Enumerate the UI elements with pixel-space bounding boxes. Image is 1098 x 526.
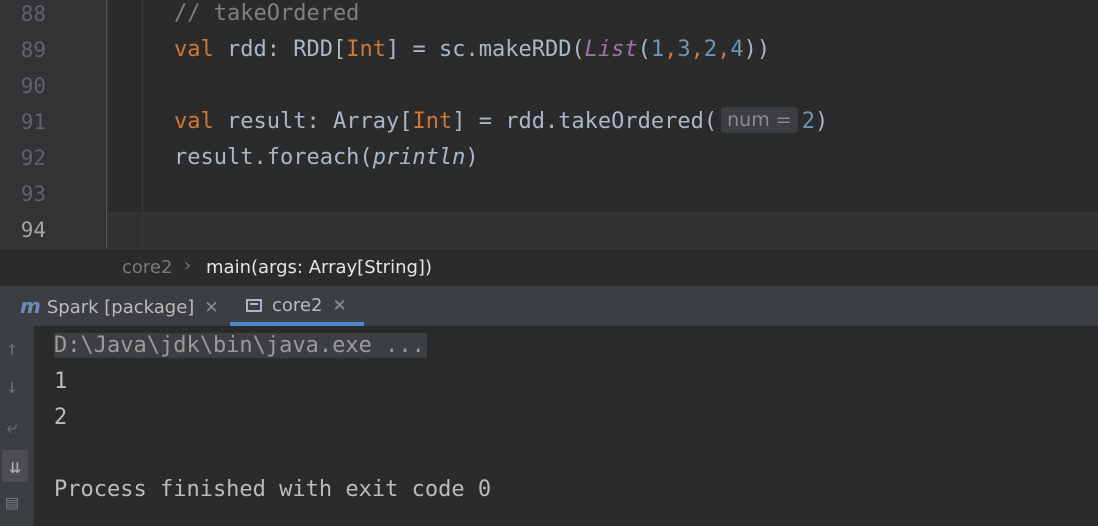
process-finished-message: Process finished with exit code 0 bbox=[54, 477, 492, 502]
tab-label: core2 bbox=[272, 295, 323, 316]
line-number: 90 bbox=[20, 74, 46, 98]
identifier: rdd bbox=[227, 37, 267, 62]
print-icon[interactable]: ▤ bbox=[0, 490, 24, 514]
number-literal: 2 bbox=[801, 109, 815, 134]
breadcrumb-item-object[interactable]: core2 bbox=[122, 257, 172, 278]
code-line[interactable]: 92 result.foreach(println) bbox=[0, 140, 1098, 176]
code-text: )) bbox=[743, 37, 771, 62]
keyword: val bbox=[174, 37, 214, 62]
tab-label: Spark [package] bbox=[46, 297, 195, 318]
code-comment: // takeOrdered bbox=[174, 1, 360, 26]
line-number: 89 bbox=[20, 38, 46, 62]
breadcrumb-item-method[interactable]: main(args: Array[String]) bbox=[206, 257, 432, 278]
function-reference: println bbox=[372, 145, 466, 170]
maven-icon: m bbox=[20, 294, 41, 318]
breadcrumb: core2 › main(args: Array[String]) bbox=[0, 248, 1098, 287]
line-number: 94 bbox=[20, 218, 46, 242]
code-line[interactable]: 89 val rdd: RDD[Int] = sc.makeRDD(List(1… bbox=[0, 32, 1098, 68]
parameter-hint: num = bbox=[721, 107, 798, 133]
keyword: val bbox=[174, 109, 214, 134]
type-param: Int bbox=[412, 109, 453, 134]
code-line[interactable]: 93 bbox=[0, 176, 1098, 212]
soft-wrap-icon[interactable]: ⤶ bbox=[0, 414, 24, 438]
console-toolbar: ↑ ↓ ⤶ ⇊ ▤ bbox=[0, 326, 34, 526]
line-number: 91 bbox=[20, 110, 46, 134]
code-line[interactable]: 90 bbox=[0, 68, 1098, 104]
type-param: Int bbox=[346, 37, 386, 62]
code-text: = sc.makeRDD( bbox=[399, 37, 585, 62]
type-name: Array bbox=[332, 109, 400, 134]
line-number: 93 bbox=[20, 182, 46, 206]
close-icon[interactable]: ✕ bbox=[332, 296, 346, 316]
code-text: ) bbox=[465, 145, 479, 170]
code-editor[interactable]: 88 // takeOrdered 89 val rdd: RDD[Int] =… bbox=[0, 0, 1098, 248]
type-name: RDD bbox=[293, 37, 333, 62]
number-literal: 1 bbox=[650, 37, 665, 62]
output-line: 2 bbox=[54, 405, 68, 430]
chevron-right-icon: › bbox=[184, 255, 192, 276]
tab-core2[interactable]: core2 ✕ bbox=[246, 286, 347, 326]
code-text: ) bbox=[814, 109, 829, 134]
code-text: = rdd.takeOrdered( bbox=[465, 109, 718, 134]
colon: : bbox=[266, 37, 294, 62]
console-icon bbox=[246, 299, 262, 312]
scroll-to-end-icon[interactable]: ⇊ bbox=[2, 450, 28, 482]
number-literal: 2 bbox=[703, 37, 718, 62]
arrow-up-icon[interactable]: ↑ bbox=[0, 336, 24, 360]
run-command: D:\Java\jdk\bin\java.exe ... bbox=[54, 333, 427, 358]
tab-spark-package[interactable]: m Spark [package] ✕ bbox=[20, 286, 219, 326]
number-literal: 3 bbox=[677, 37, 691, 62]
list-function: List bbox=[584, 37, 638, 62]
identifier: result bbox=[227, 109, 307, 134]
number-literal: 4 bbox=[730, 37, 744, 62]
arrow-down-icon[interactable]: ↓ bbox=[0, 374, 24, 398]
code-line[interactable]: 91 val result: Array[Int] = rdd.takeOrde… bbox=[0, 104, 1098, 140]
close-icon[interactable]: ✕ bbox=[204, 298, 218, 318]
code-line[interactable]: 88 // takeOrdered bbox=[0, 0, 1098, 32]
code-line[interactable]: 94 bbox=[0, 212, 1098, 248]
colon: : bbox=[306, 109, 333, 134]
code-text: result.foreach( bbox=[174, 145, 373, 170]
line-number: 92 bbox=[20, 146, 46, 170]
run-tool-window-tabs: m Spark [package] ✕ core2 ✕ bbox=[0, 286, 1098, 327]
run-console[interactable]: ↑ ↓ ⤶ ⇊ ▤ D:\Java\jdk\bin\java.exe ... 1… bbox=[0, 326, 1098, 526]
line-number: 88 bbox=[20, 2, 46, 26]
output-line: 1 bbox=[54, 369, 68, 394]
